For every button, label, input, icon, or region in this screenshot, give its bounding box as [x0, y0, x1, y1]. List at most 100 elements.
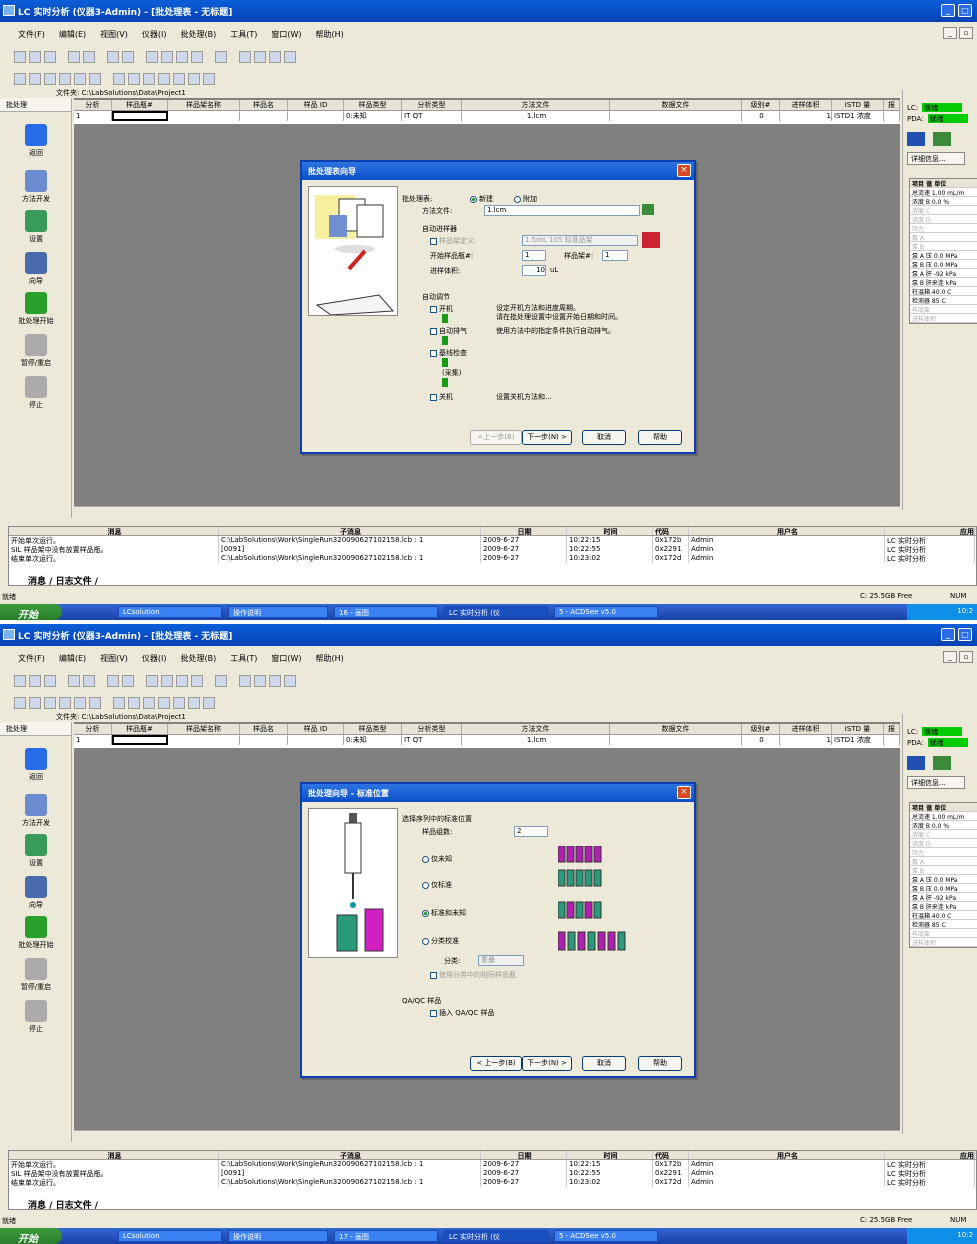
task-lc-realtime[interactable]: LC 实时分析 (仪 [444, 606, 548, 618]
append-radio[interactable]: 附加 [514, 194, 537, 204]
new-icon[interactable] [14, 51, 26, 63]
rack-select[interactable]: 1.5mL 105 标准品架 [522, 235, 638, 246]
tool-k-icon[interactable] [173, 73, 185, 85]
help-button[interactable]: 帮助 [638, 430, 682, 445]
copy-icon[interactable] [122, 51, 134, 63]
tab-log[interactable]: 日志文件 [56, 1201, 92, 1211]
bracket-radio[interactable]: 分类校准 [422, 936, 459, 946]
method-dev-button[interactable]: 方法开发 [0, 794, 72, 828]
detail-button[interactable]: 详细信息... [907, 152, 965, 165]
preview-icon[interactable] [83, 675, 95, 687]
shutdown-checkbox[interactable]: 关机 [430, 392, 453, 402]
copy-icon[interactable] [122, 675, 134, 687]
stop-button[interactable]: 停止 [0, 1000, 72, 1034]
menu-help[interactable]: 帮助(H) [316, 653, 344, 664]
tool-g-icon[interactable] [113, 73, 125, 85]
baseline-check-checkbox[interactable]: 基线检查 [430, 348, 467, 358]
grid-icon[interactable] [146, 51, 158, 63]
auto-purge-checkbox[interactable]: 自动排气 [430, 326, 467, 336]
tool-d-icon[interactable] [59, 73, 71, 85]
menu-window[interactable]: 窗口(W) [271, 29, 301, 40]
mdi-restore-button[interactable]: ▫ [959, 651, 973, 663]
horizontal-scrollbar[interactable] [74, 1130, 900, 1142]
task-manual[interactable]: 操作说明 [228, 1230, 328, 1242]
window-icon[interactable] [176, 51, 188, 63]
message-row[interactable]: 结束单次运行。 C:\LabSolutions\Work\SingleRun320… [9, 554, 976, 563]
stop-icon[interactable] [284, 675, 296, 687]
print-icon[interactable] [68, 675, 80, 687]
tab-messages[interactable]: 消息 [28, 1201, 46, 1211]
tool-b-icon[interactable] [29, 697, 41, 709]
message-row[interactable]: SIL 样品架中没有放置样品瓶。 [0091] 2009-6-27 10:22:55 0… [9, 545, 976, 554]
help-icon[interactable] [215, 51, 227, 63]
standard-unknown-radio[interactable]: 标准和未知 [422, 908, 466, 918]
tool-c-icon[interactable] [44, 697, 56, 709]
tab-log[interactable]: 日志文件 [56, 577, 92, 587]
minimize-button[interactable]: _ [941, 628, 955, 641]
task-paint[interactable]: 16 - 画图 [334, 606, 438, 618]
play-icon[interactable] [254, 51, 266, 63]
mdi-restore-button[interactable]: ▫ [959, 27, 973, 39]
return-button[interactable]: 返回 [0, 748, 72, 782]
message-row[interactable]: 开始单次运行。 C:\LabSolutions\Work\SingleRun320… [9, 1160, 976, 1169]
table-icon[interactable] [161, 51, 173, 63]
settings-button[interactable]: 设置 [0, 210, 72, 244]
task-lcsolution[interactable]: LCsolution [118, 1230, 222, 1242]
open-icon[interactable] [29, 675, 41, 687]
tool-l-icon[interactable] [188, 697, 200, 709]
task-acdsee[interactable]: 5 - ACDSee v5.0 [554, 606, 658, 618]
back-button[interactable]: < 上一步(B) [470, 1056, 522, 1071]
instrument-icon[interactable] [933, 132, 951, 146]
stop-button[interactable]: 停止 [0, 376, 72, 410]
next-button[interactable]: 下一步(N) > [522, 430, 572, 445]
method-file-input[interactable]: 1.lcm [484, 205, 640, 216]
table-icon[interactable] [161, 675, 173, 687]
task-lc-realtime[interactable]: LC 实时分析 (仪 [444, 1230, 548, 1242]
task-paint[interactable]: 17 - 画图 [334, 1230, 438, 1242]
startup-checkbox[interactable]: 开机 [430, 304, 453, 314]
help-button[interactable]: 帮助 [638, 1056, 682, 1071]
table-row[interactable]: 1 0:未知 IT QT 1.lcm 0 1 ISTD1 浓度 [74, 735, 900, 745]
menu-window[interactable]: 窗口(W) [271, 653, 301, 664]
tool-i-icon[interactable] [143, 73, 155, 85]
tool-e-icon[interactable] [74, 73, 86, 85]
browse-icon[interactable] [642, 204, 654, 215]
start-vial-select[interactable]: 1 [522, 250, 546, 261]
minimize-button[interactable]: _ [941, 4, 955, 17]
tool-a-icon[interactable] [14, 73, 26, 85]
tool-k-icon[interactable] [173, 697, 185, 709]
menu-view[interactable]: 视图(V) [100, 29, 128, 40]
close-button[interactable]: × [677, 786, 691, 799]
tool-i-icon[interactable] [143, 697, 155, 709]
wizard-button[interactable]: 向导 [0, 876, 72, 910]
menu-instrument[interactable]: 仪器(I) [142, 29, 167, 40]
settings-button[interactable]: 设置 [0, 834, 72, 868]
menu-view[interactable]: 视图(V) [100, 653, 128, 664]
task-acdsee[interactable]: 5 - ACDSee v5.0 [554, 1230, 658, 1242]
open-icon[interactable] [29, 51, 41, 63]
menu-tools[interactable]: 工具(T) [230, 653, 257, 664]
message-row[interactable]: 结束单次运行。 C:\LabSolutions\Work\SingleRun320… [9, 1178, 976, 1187]
new-radio[interactable]: 新建 [470, 194, 493, 204]
batch-icon[interactable] [239, 51, 251, 63]
insert-qaqc-checkbox[interactable]: 插入 QA/QC 样品 [430, 1008, 495, 1018]
rack-checkbox[interactable]: 样品架定义: [430, 236, 476, 246]
standard-only-radio[interactable]: 仅标准 [422, 880, 452, 890]
menu-batch[interactable]: 批处理(B) [180, 29, 216, 40]
batch-start-button[interactable]: 批处理开始 [0, 916, 72, 950]
injection-volume-input[interactable]: 10 [522, 265, 546, 276]
message-row[interactable]: 开始单次运行。 C:\LabSolutions\Work\SingleRun320… [9, 536, 976, 545]
return-button[interactable]: 返回 [0, 124, 72, 158]
tool-m-icon[interactable] [203, 697, 215, 709]
tool-a-icon[interactable] [14, 697, 26, 709]
menu-instrument[interactable]: 仪器(I) [142, 653, 167, 664]
detail-button[interactable]: 详细信息... [907, 776, 965, 789]
cancel-button[interactable]: 取消 [582, 430, 626, 445]
tool-f-icon[interactable] [89, 697, 101, 709]
tab-messages[interactable]: 消息 [28, 577, 46, 587]
batch-start-button[interactable]: 批处理开始 [0, 292, 72, 326]
grid-icon[interactable] [146, 675, 158, 687]
horizontal-scrollbar[interactable] [74, 506, 900, 518]
preview-icon[interactable] [83, 51, 95, 63]
maximize-button[interactable]: □ [958, 628, 972, 641]
